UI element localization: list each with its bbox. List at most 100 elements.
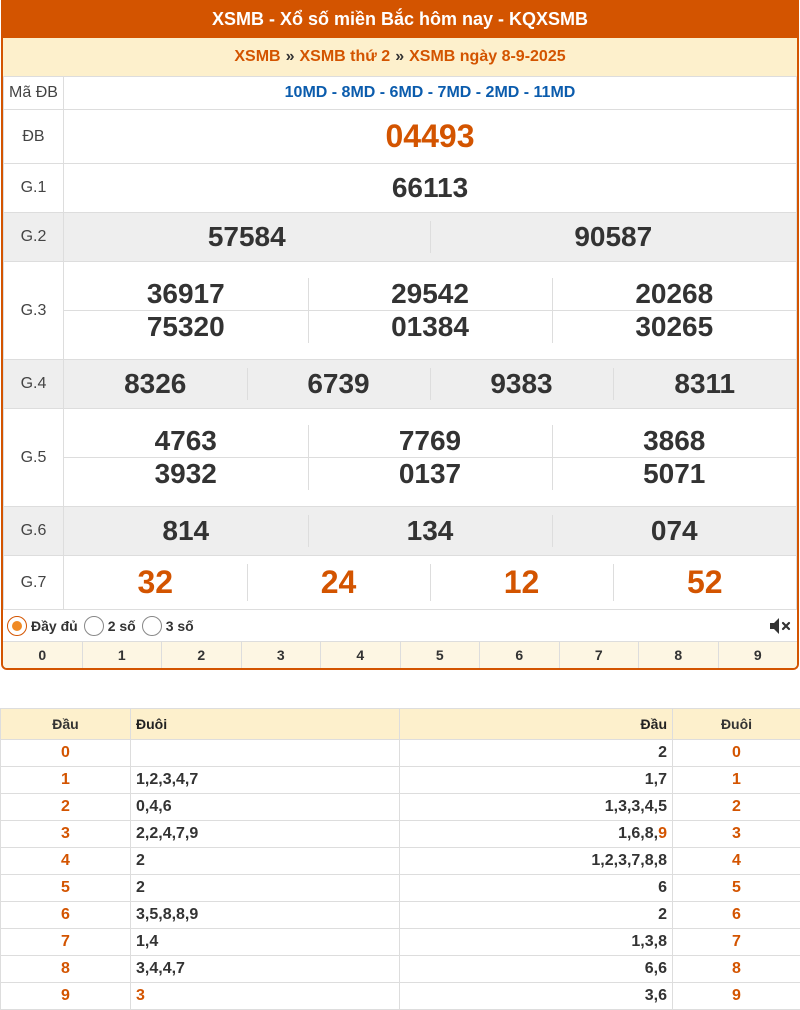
breadcrumb-xsmb-date[interactable]: XSMB ngày 8-9-2025 [409, 48, 566, 66]
g7-number: 52 [612, 564, 796, 601]
dau-2-cell-highlight: 9 [658, 825, 667, 842]
breadcrumb-xsmb-thu-2[interactable]: XSMB thứ 2 [300, 48, 391, 66]
dau-cell: 1 [0, 766, 131, 794]
digit-filter-7[interactable]: 7 [558, 642, 639, 668]
g3-label: G.3 [3, 261, 64, 360]
dau-cell-text: 9 [61, 987, 70, 1004]
header-dau-2: Đầu [399, 708, 673, 740]
db-label: ĐB [3, 109, 64, 164]
digit-filter-0[interactable]: 0 [3, 642, 82, 668]
duoi-2-cell-text: 1 [732, 771, 741, 788]
dau-cell: 2 [0, 793, 131, 821]
digit-filter-1[interactable]: 1 [81, 642, 162, 668]
radio-full[interactable] [7, 615, 27, 636]
digit-filter-4[interactable]: 4 [320, 642, 400, 668]
breadcrumb-separator: » [285, 48, 295, 65]
duoi-2-cell: 5 [672, 874, 800, 902]
dau-2-cell-text: 2 [658, 906, 667, 923]
g5-number: 4763 [154, 425, 217, 456]
page-title: XSMB - Xổ số miền Bắc hôm nay - KQXSMB [3, 0, 797, 38]
duoi-cell: 3,4,4,7 [130, 955, 400, 983]
g4-number: 9383 [429, 368, 613, 400]
special-prize: 04493 [63, 109, 797, 164]
dau-2-cell: 1,3,3,4,5 [399, 793, 673, 821]
dau-cell-text: 5 [61, 879, 70, 896]
table-row: 4 2 1,2,3,7,8,8 4 [0, 847, 800, 875]
g3-number: 75320 [64, 310, 308, 343]
duoi-2-cell-text: 6 [732, 906, 741, 923]
dau-2-cell-text: 2 [658, 744, 667, 761]
g7-number: 24 [246, 564, 430, 601]
dau-2-cell: 1,6,8,9 [399, 820, 673, 848]
duoi-cell-highlight: 3 [136, 987, 145, 1004]
g1-label: G.1 [3, 163, 64, 213]
duoi-2-cell-text: 3 [732, 825, 741, 842]
dau-2-cell: 3,6 [399, 982, 673, 1010]
duoi-2-cell: 3 [672, 820, 800, 848]
dau-cell: 5 [0, 874, 131, 902]
duoi-2-cell-text: 9 [732, 987, 741, 1004]
duoi-cell-text: 2 [136, 852, 145, 869]
g5-number: 5071 [551, 457, 796, 490]
madb-label: Mã ĐB [3, 76, 64, 110]
digit-filter-bar: 0 1 2 3 4 5 6 7 8 9 [3, 642, 797, 668]
duoi-cell-text: 3,5,8,8,9 [136, 906, 199, 923]
dau-2-cell: 6,6 [399, 955, 673, 983]
loto-table: Đầu Đuôi Đầu Đuôi 0 2 0 1 1,2,3,4,7 1,7 1 2 0,4,… [0, 708, 800, 1010]
header-duoi: Đuôi [130, 708, 400, 740]
dau-cell: 8 [0, 955, 131, 983]
duoi-2-cell-text: 7 [732, 933, 741, 950]
dau-2-cell: 6 [399, 874, 673, 902]
g4-label: G.4 [3, 359, 64, 409]
g6-number: 074 [551, 515, 796, 547]
duoi-cell: 3 [130, 982, 400, 1010]
duoi-cell: 1,4 [130, 928, 400, 956]
dau-cell: 9 [0, 982, 131, 1010]
duoi-cell-text: 2 [136, 879, 145, 896]
mute-icon[interactable] [767, 614, 791, 638]
option-full-label: Đầy đủ [31, 617, 78, 634]
g5-number: 0137 [307, 457, 552, 490]
digit-filter-2[interactable]: 2 [161, 642, 241, 668]
option-three-label: 3 số [165, 617, 194, 634]
breadcrumb-xsmb[interactable]: XSMB [234, 48, 280, 66]
duoi-cell: 1,2,3,4,7 [130, 766, 400, 794]
digit-filter-8[interactable]: 8 [638, 642, 718, 668]
radio-two-digits[interactable] [83, 615, 104, 636]
loto-body: 0 2 0 1 1,2,3,4,7 1,7 1 2 0,4,6 1,3,3,4,5 2 3 2,2,4,… [0, 739, 800, 1010]
option-two-digits[interactable]: 2 số [83, 615, 136, 636]
duoi-cell: 2 [130, 847, 400, 875]
g2-label: G.2 [3, 212, 64, 262]
g6-number: 814 [64, 515, 308, 547]
madb-value: 10MD - 8MD - 6MD - 7MD - 2MD - 11MD [63, 76, 797, 110]
g3-number: 36917 [146, 278, 225, 309]
table-row: 0 2 0 [0, 739, 800, 767]
option-full[interactable]: Đầy đủ [7, 615, 78, 636]
duoi-cell-text: 3,4,4,7 [136, 960, 185, 977]
dau-cell: 0 [0, 739, 131, 767]
g5-label: G.5 [3, 408, 64, 507]
digit-filter-3[interactable]: 3 [240, 642, 321, 668]
g4-number: 6739 [246, 368, 430, 400]
dau-2-cell-text: 1,6,8, [618, 825, 659, 842]
table-row: 6 3,5,8,8,9 2 6 [0, 901, 800, 929]
digit-filter-5[interactable]: 5 [399, 642, 480, 668]
option-three-digits[interactable]: 3 số [141, 615, 194, 636]
g3-number: 20268 [551, 278, 796, 311]
table-row: 9 3 3,6 9 [0, 982, 800, 1010]
radio-three-digits[interactable] [141, 615, 162, 636]
duoi-cell: 2 [130, 874, 400, 902]
dau-cell-text: 2 [61, 798, 70, 815]
table-row: 5 2 6 5 [0, 874, 800, 902]
g5-number: 3932 [64, 457, 308, 490]
g7-number: 32 [137, 564, 174, 600]
dau-2-cell: 1,7 [399, 766, 673, 794]
digit-filter-6[interactable]: 6 [479, 642, 559, 668]
duoi-cell-text: 1,2,3,4,7 [136, 771, 199, 788]
dau-cell: 7 [0, 928, 131, 956]
g2-number: 57584 [64, 221, 430, 253]
digit-filter-9[interactable]: 9 [717, 642, 798, 668]
duoi-cell: 0,4,6 [130, 793, 400, 821]
g6-number: 134 [307, 515, 552, 547]
dau-2-cell-text: 1,7 [644, 771, 667, 788]
